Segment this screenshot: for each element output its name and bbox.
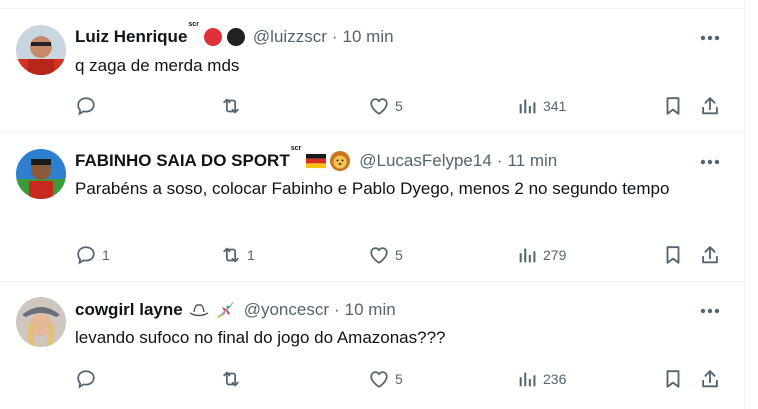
views-button[interactable]: 341 — [516, 94, 566, 118]
separator: · — [331, 27, 338, 46]
retweet-button[interactable]: 1 — [220, 243, 255, 267]
avatar[interactable] — [16, 149, 66, 199]
action-bar: 5 236 — [75, 367, 735, 391]
black-circle-icon — [226, 28, 245, 46]
bookmark-button[interactable] — [662, 94, 684, 118]
separator: · — [334, 300, 340, 319]
more-icon[interactable] — [698, 26, 722, 50]
reply-icon — [77, 246, 95, 265]
views-icon — [519, 99, 536, 114]
timestamp[interactable]: 10 min — [345, 300, 396, 320]
more-icon[interactable] — [698, 299, 722, 323]
retweet-icon — [223, 247, 239, 263]
tweet-text: levando sufoco no final do jogo do Amazo… — [75, 328, 446, 347]
share-button[interactable] — [699, 367, 721, 391]
views-icon — [519, 248, 536, 263]
display-name[interactable]: FABINHO SAIA DO SPORTscr — [75, 145, 301, 171]
like-button[interactable]: 5 — [368, 367, 403, 391]
action-bar: 1 1 5 279 — [75, 243, 735, 267]
tweet-text: Parabéns a soso, colocar Fabinho e Pablo… — [75, 179, 670, 198]
retweet-icon — [223, 98, 239, 114]
views-button[interactable]: 236 — [516, 367, 566, 391]
red-circle-icon — [203, 28, 222, 46]
share-button[interactable] — [699, 94, 721, 118]
tweet-article[interactable]: cowgirl layne @yoncescr · 10 min levando… — [0, 282, 744, 409]
tweet-header: cowgirl layne @yoncescr · 10 min — [75, 299, 396, 321]
user-handle[interactable]: @yoncescr — [244, 300, 329, 320]
user-handle[interactable]: @luizzscr — [253, 27, 327, 47]
action-bar: 5 341 — [75, 94, 735, 118]
heart-icon — [370, 247, 388, 264]
rocket-icon — [216, 301, 234, 318]
tweet-text: q zaga de merda mds — [75, 56, 240, 75]
like-button[interactable]: 5 — [368, 243, 403, 267]
bookmark-icon — [666, 246, 680, 264]
avatar[interactable] — [16, 297, 66, 347]
share-icon — [702, 97, 718, 115]
lion-icon — [330, 151, 351, 171]
reply-icon — [77, 97, 95, 116]
tweet-header: FABINHO SAIA DO SPORTscr @LucasFelype14 … — [75, 145, 557, 172]
bookmark-button[interactable] — [662, 367, 684, 391]
display-name[interactable]: cowgirl layne — [75, 300, 184, 320]
user-handle[interactable]: @LucasFelype14 — [359, 151, 492, 171]
name-emoji — [188, 299, 238, 321]
name-emoji — [203, 27, 247, 47]
timestamp[interactable]: 11 min — [507, 151, 557, 171]
heart-icon — [370, 98, 388, 115]
germany-flag-icon — [306, 154, 327, 169]
more-icon[interactable] — [698, 150, 722, 174]
reply-icon — [77, 370, 95, 389]
reply-button[interactable] — [75, 94, 102, 118]
like-button[interactable]: 5 — [368, 94, 403, 118]
timeline-feed: Luiz Henriquescr @luizzscr · 10 min q za… — [0, 0, 745, 409]
share-icon — [702, 246, 718, 264]
tweet-header: Luiz Henriquescr @luizzscr · 10 min — [75, 21, 394, 48]
bookmark-button[interactable] — [662, 243, 684, 267]
bookmark-icon — [666, 97, 680, 115]
tweet-article[interactable]: FABINHO SAIA DO SPORTscr @LucasFelype14 … — [0, 133, 744, 282]
reply-button[interactable] — [75, 367, 102, 391]
retweet-icon — [223, 371, 239, 387]
avatar[interactable] — [16, 25, 66, 75]
views-button[interactable]: 279 — [516, 243, 566, 267]
share-icon — [702, 370, 718, 388]
share-button[interactable] — [699, 243, 721, 267]
reply-button[interactable]: 1 — [75, 243, 110, 267]
name-emoji — [305, 150, 353, 172]
display-name[interactable]: Luiz Henriquescr — [75, 21, 199, 47]
retweet-button[interactable] — [220, 94, 247, 118]
tweet-article[interactable]: Luiz Henriquescr @luizzscr · 10 min q za… — [0, 9, 744, 133]
separator: · — [496, 151, 503, 170]
cowboy-hat-icon — [189, 304, 209, 317]
heart-icon — [370, 371, 388, 388]
bookmark-icon — [666, 370, 680, 388]
timestamp[interactable]: 10 min — [343, 27, 394, 47]
retweet-button[interactable] — [220, 367, 247, 391]
views-icon — [519, 372, 536, 387]
